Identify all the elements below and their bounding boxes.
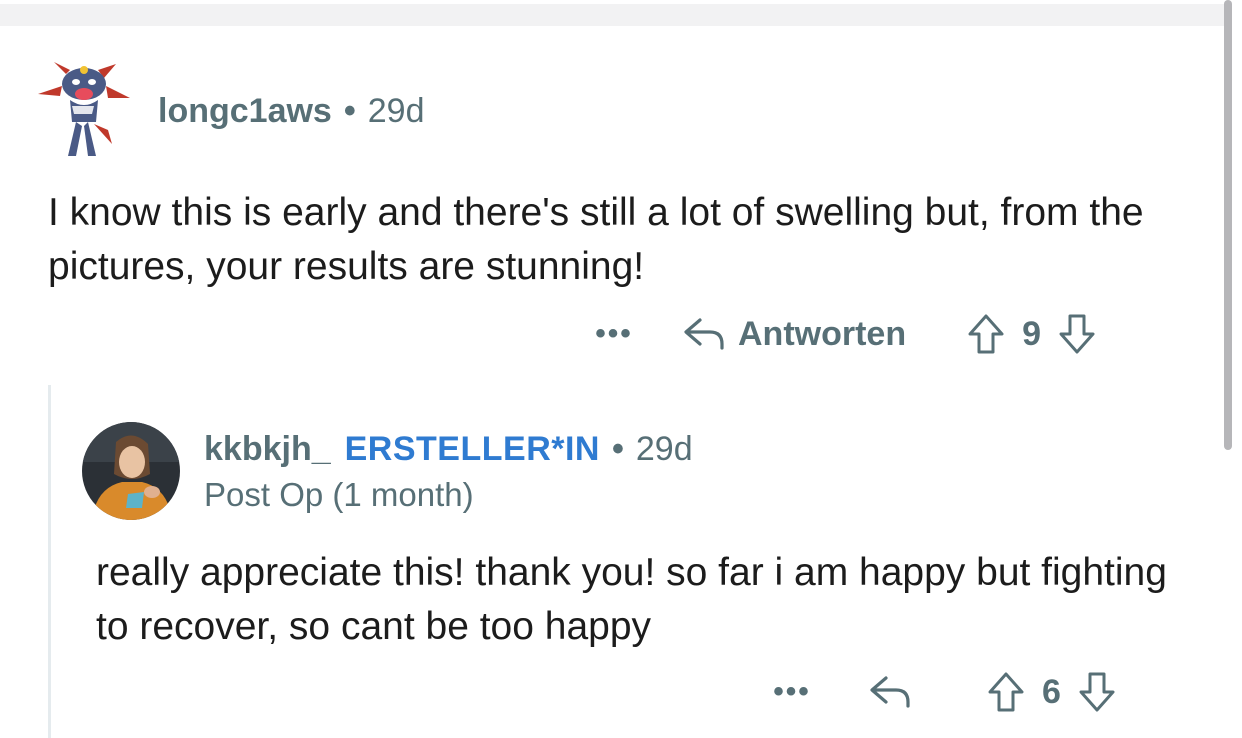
comment-body: really appreciate this! thank you! so fa… <box>96 551 1167 648</box>
comment-actions: ••• Antworten 9 <box>590 310 1097 358</box>
comment-actions: ••• 6 <box>768 668 1117 716</box>
thread-line[interactable] <box>48 385 51 738</box>
comment-author[interactable]: kkbkjh_ <box>204 430 331 469</box>
vote-control: 6 <box>986 670 1117 714</box>
reply-button[interactable]: Antworten <box>682 314 906 354</box>
upvote-arrow-icon[interactable] <box>986 670 1026 714</box>
comment-meta: kkbkjh_ ERSTELLER*IN • 29d <box>204 430 693 469</box>
cartoon-avatar-icon <box>38 62 130 156</box>
downvote-arrow-icon[interactable] <box>1077 670 1117 714</box>
vote-score: 9 <box>1022 314 1042 353</box>
op-badge: ERSTELLER*IN <box>344 430 600 468</box>
meta-separator: • <box>343 92 356 130</box>
meta-separator: • <box>611 430 624 468</box>
reply-button[interactable] <box>868 672 912 712</box>
user-photo-avatar <box>82 422 180 520</box>
comment-age: 29d <box>635 430 693 468</box>
more-options-button[interactable]: ••• <box>590 317 638 351</box>
comment-author[interactable]: longc1aws <box>158 92 332 131</box>
vote-score: 6 <box>1042 672 1061 711</box>
reply-label: Antworten <box>738 314 907 353</box>
scrollbar[interactable] <box>1224 0 1232 450</box>
top-divider <box>0 0 1242 28</box>
avatar[interactable] <box>36 60 132 160</box>
comment-age: 29d <box>367 92 425 130</box>
user-flair: Post Op (1 month) <box>204 476 474 513</box>
more-options-button[interactable]: ••• <box>768 675 816 709</box>
vote-control: 9 <box>966 312 1097 356</box>
upvote-arrow-icon[interactable] <box>966 312 1006 356</box>
reply-arrow-icon <box>870 676 910 708</box>
downvote-arrow-icon[interactable] <box>1057 312 1097 356</box>
comment-body: I know this is early and there's still a… <box>48 191 1144 288</box>
avatar[interactable] <box>82 422 180 520</box>
reply-arrow-icon <box>684 318 724 350</box>
comment-meta: longc1aws • 29d <box>158 92 424 131</box>
